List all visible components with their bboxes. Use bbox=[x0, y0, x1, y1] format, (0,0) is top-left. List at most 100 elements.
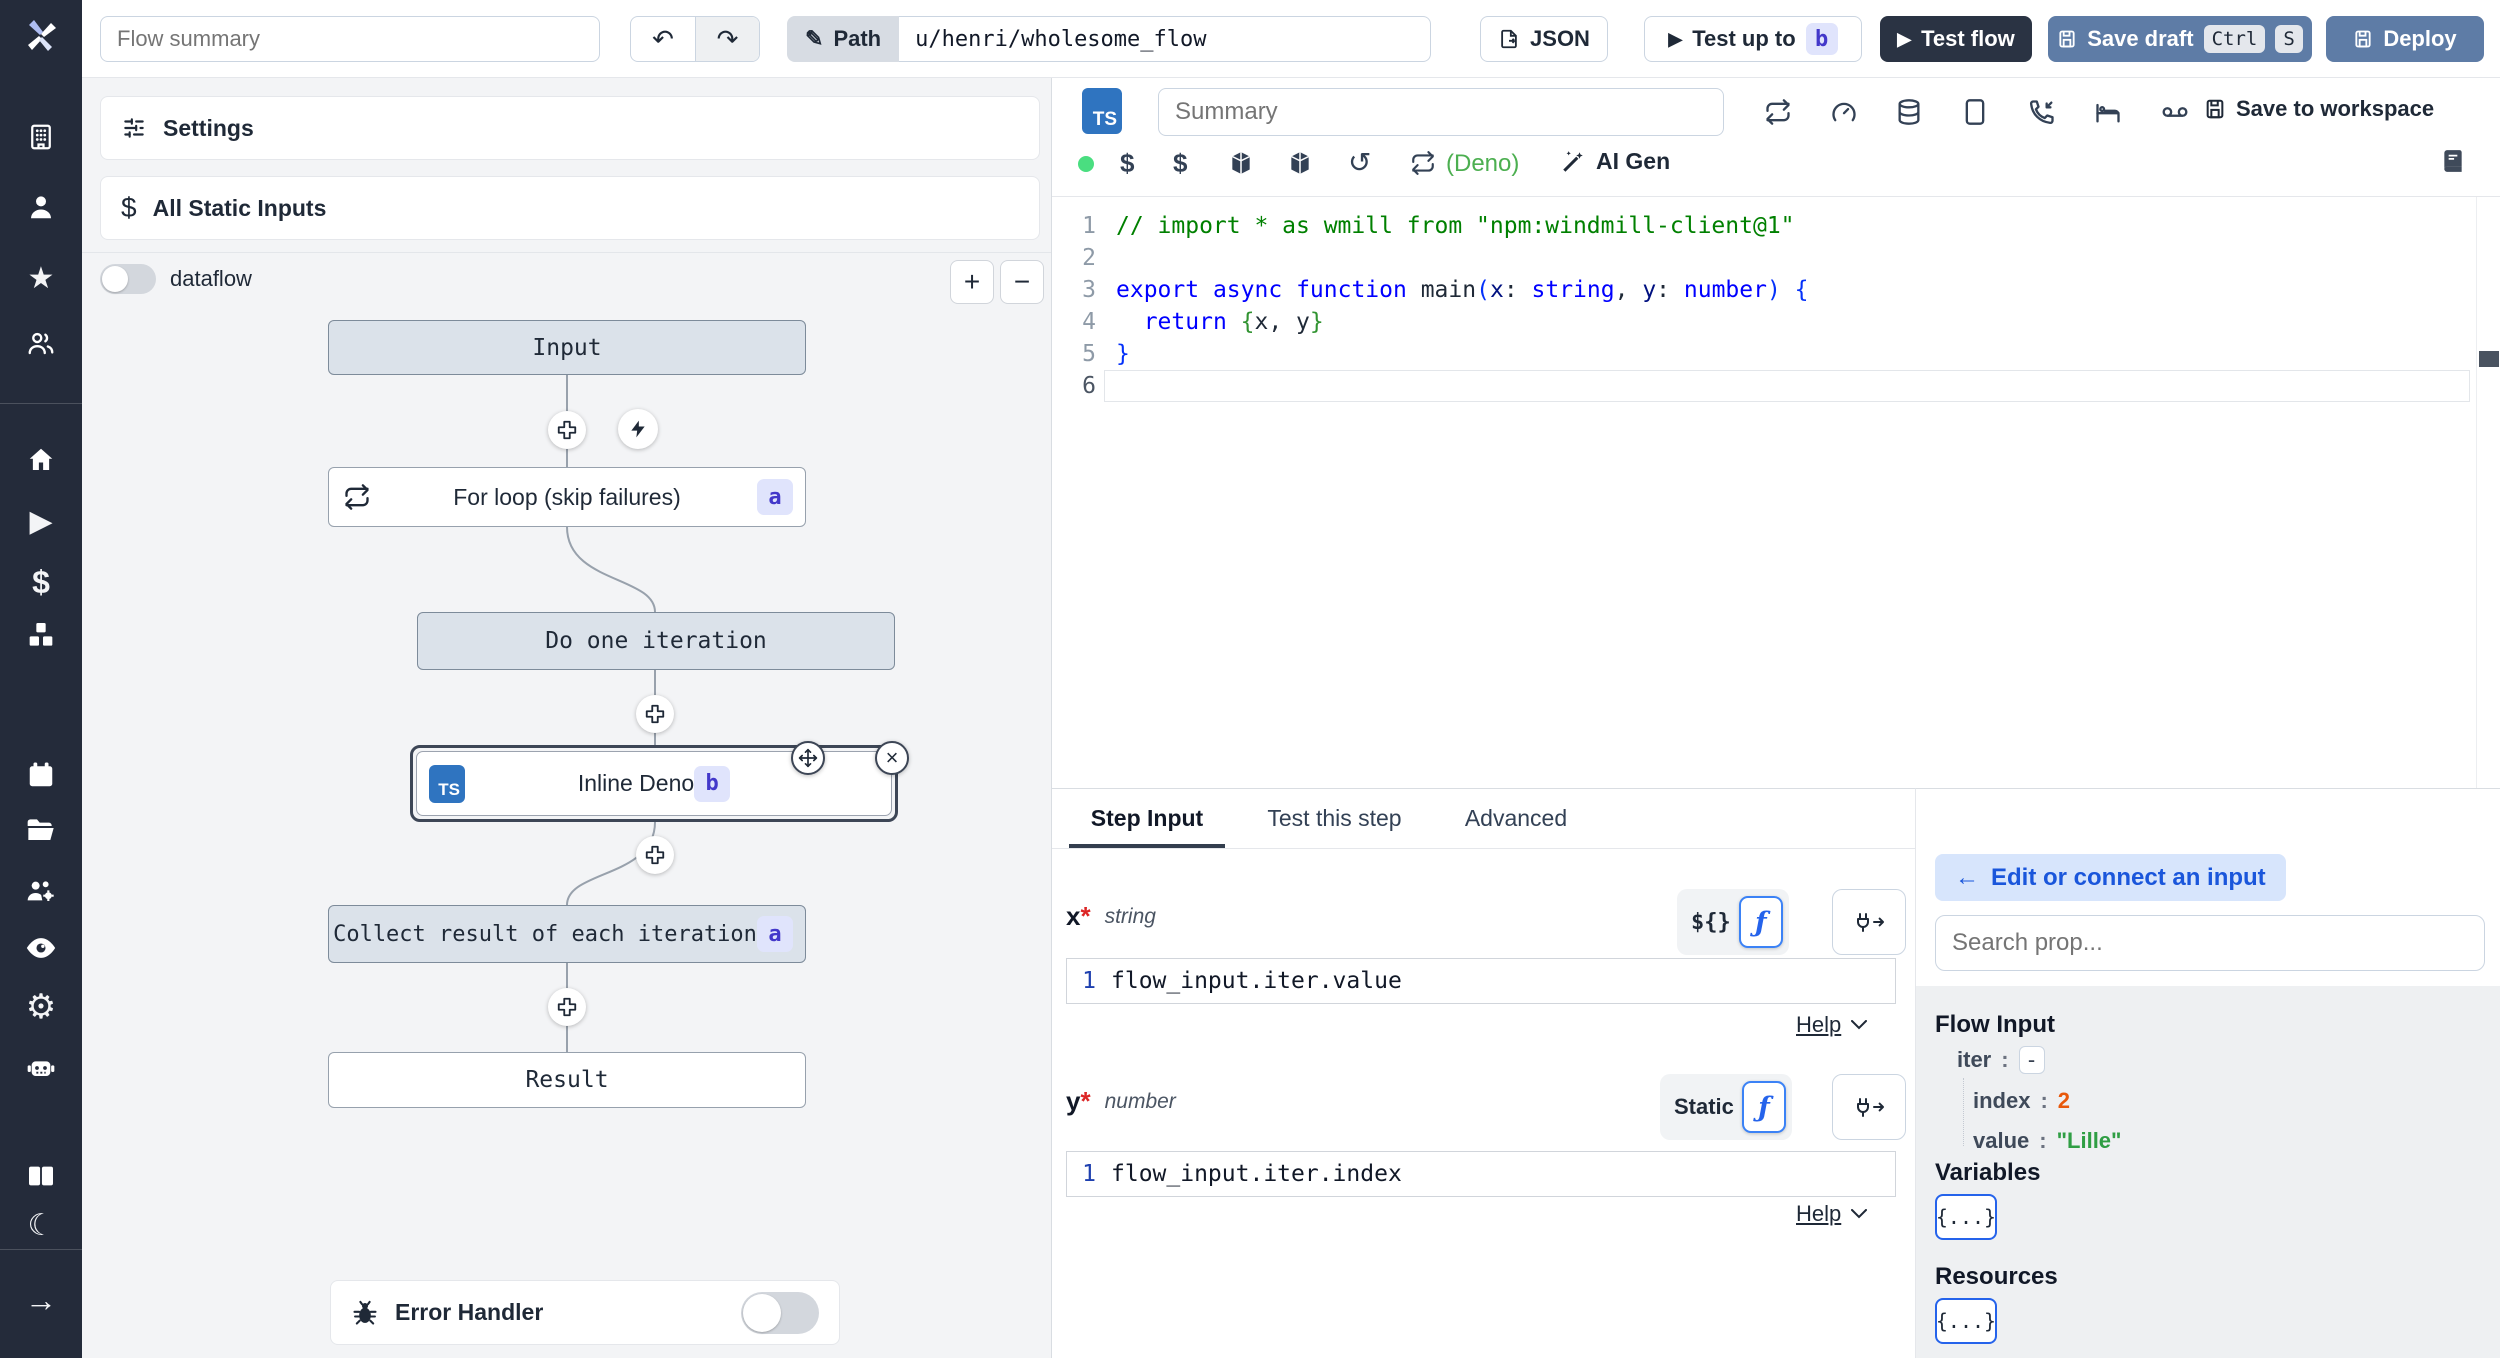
chevron-down-icon bbox=[1851, 1209, 1868, 1219]
node-collect[interactable]: Collect result of each iteration a bbox=[328, 905, 806, 963]
code-line[interactable]: 1// import * as wmill from "npm:windmill… bbox=[1052, 210, 2474, 242]
audit-eye-icon[interactable] bbox=[0, 926, 82, 970]
tab-advanced[interactable]: Advanced bbox=[1456, 789, 1576, 848]
collapse-toggle[interactable]: - bbox=[2018, 1046, 2045, 1074]
groups-users-icon[interactable] bbox=[0, 321, 82, 365]
favorites-star-icon[interactable]: ★ bbox=[0, 256, 82, 300]
field-y-help-link[interactable]: Help bbox=[1796, 1201, 1868, 1227]
test-flow-button[interactable]: ▶ Test flow bbox=[1880, 16, 2032, 62]
variables-dollar-icon[interactable]: $ bbox=[0, 560, 82, 604]
save-icon bbox=[2057, 29, 2077, 49]
trigger-bolt-button[interactable] bbox=[618, 409, 658, 449]
pencil-icon: ✎ bbox=[805, 26, 824, 51]
deploy-button[interactable]: Deploy bbox=[2326, 16, 2484, 62]
package-icon[interactable] bbox=[1228, 150, 1254, 176]
workspace-building-icon[interactable] bbox=[0, 115, 82, 159]
code-line[interactable]: 2 bbox=[1052, 242, 2474, 274]
node-id-badge: a bbox=[757, 479, 793, 515]
resources-cubes-icon[interactable] bbox=[0, 613, 82, 657]
field-y-mode-toggle[interactable]: Static ƒ bbox=[1660, 1074, 1792, 1140]
ai-gen-button[interactable]: AI Gen bbox=[1560, 148, 1670, 175]
early-stop-gauge-icon[interactable] bbox=[1830, 98, 1858, 126]
cache-database-icon[interactable] bbox=[1895, 98, 1923, 126]
add-step-button[interactable] bbox=[548, 988, 586, 1026]
add-step-button[interactable] bbox=[636, 836, 674, 874]
code-line[interactable]: 5} bbox=[1052, 338, 2474, 370]
move-node-button[interactable] bbox=[791, 741, 825, 775]
package-icon[interactable] bbox=[1287, 150, 1313, 176]
test-up-to-button[interactable]: ▶ Test up to b bbox=[1644, 16, 1862, 62]
editor-scrollbar[interactable] bbox=[2476, 197, 2500, 788]
delete-node-button[interactable]: × bbox=[875, 741, 909, 775]
code-line[interactable]: 4 return {x, y} bbox=[1052, 306, 2474, 338]
suspend-phone-icon[interactable] bbox=[2028, 98, 2056, 126]
retries-repeat-icon[interactable] bbox=[1764, 98, 1792, 126]
variables-object-chip[interactable]: {...} bbox=[1935, 1194, 1997, 1240]
assets-dollar-icon[interactable]: $ bbox=[1120, 148, 1134, 179]
add-step-button[interactable] bbox=[636, 695, 674, 733]
tab-test-this-step[interactable]: Test this step bbox=[1254, 789, 1415, 848]
suspend-square-icon[interactable] bbox=[1962, 98, 1988, 126]
scrollbar-thumb[interactable] bbox=[2479, 351, 2499, 367]
mock-voicemail-icon[interactable] bbox=[2160, 98, 2190, 126]
redo-button[interactable]: ↷ bbox=[695, 17, 759, 61]
code-line[interactable]: 6 bbox=[1052, 370, 2474, 402]
save-to-workspace-button[interactable]: Save to workspace bbox=[2204, 96, 2434, 122]
schedules-calendar-icon[interactable] bbox=[0, 753, 82, 797]
windmill-flow-editor: ★ ▶ $ ⚙ ☾ → Flow summary ↶ ↷ ✎ Path u/he… bbox=[0, 0, 2500, 1358]
node-iteration[interactable]: Do one iteration bbox=[417, 612, 895, 670]
resources-object-chip[interactable]: {...} bbox=[1935, 1298, 1997, 1344]
code-line[interactable]: 3 export async function main(x: string, y… bbox=[1052, 274, 2474, 306]
step-summary-input[interactable] bbox=[1158, 88, 1724, 136]
play-icon: ▶ bbox=[1668, 28, 1683, 49]
dark-mode-moon-icon[interactable]: ☾ bbox=[0, 1203, 82, 1247]
prop-row-iter[interactable]: iter : - bbox=[1957, 1046, 2045, 1074]
save-draft-button[interactable]: Save draft Ctrl S bbox=[2048, 16, 2312, 62]
library-book-icon[interactable] bbox=[2440, 148, 2466, 174]
group-manage-icon[interactable] bbox=[0, 869, 82, 913]
field-x-connect-button[interactable] bbox=[1832, 889, 1906, 955]
home-icon[interactable] bbox=[0, 438, 82, 482]
search-prop-input[interactable] bbox=[1935, 915, 2485, 971]
reload-refresh-icon[interactable] bbox=[1410, 150, 1436, 176]
field-y-expr-editor[interactable]: 1 flow_input.iter.index bbox=[1066, 1151, 1896, 1197]
node-forloop[interactable]: For loop (skip failures) a bbox=[328, 467, 806, 527]
field-y-connect-button[interactable] bbox=[1832, 1074, 1906, 1140]
field-x-help-link[interactable]: Help bbox=[1796, 1012, 1868, 1038]
editor-region: TS Save to workspace $ $ bbox=[1052, 78, 2500, 1358]
folders-folder-icon[interactable] bbox=[0, 808, 82, 852]
path-edit-button[interactable]: ✎ Path bbox=[787, 16, 900, 62]
edit-connect-input-button[interactable]: ← Edit or connect an input bbox=[1935, 854, 2286, 901]
windmill-logo-icon[interactable] bbox=[0, 0, 82, 70]
undo-button[interactable]: ↶ bbox=[631, 17, 695, 61]
workers-robot-icon[interactable] bbox=[0, 1046, 82, 1090]
runs-play-icon[interactable]: ▶ bbox=[0, 499, 82, 543]
flow-edges bbox=[566, 375, 656, 1052]
line-number: 1 bbox=[1082, 213, 1096, 239]
docs-book-icon[interactable] bbox=[0, 1154, 82, 1198]
function-mode-button[interactable]: ƒ bbox=[1741, 1081, 1786, 1133]
node-input[interactable]: Input bbox=[328, 320, 806, 375]
code-editor[interactable]: 1// import * as wmill from "npm:windmill… bbox=[1052, 210, 2474, 402]
function-mode-button[interactable]: ƒ bbox=[1738, 896, 1783, 948]
variables-dollar-icon[interactable]: $ bbox=[1173, 148, 1187, 179]
save-icon bbox=[2353, 29, 2373, 49]
add-step-button[interactable] bbox=[548, 411, 586, 449]
language-selector[interactable]: (Deno) bbox=[1446, 150, 1519, 178]
prop-row-value[interactable]: value : "Lille" bbox=[1973, 1128, 2121, 1154]
field-x-mode-toggle[interactable]: ${} ƒ bbox=[1677, 889, 1789, 955]
reset-rotate-icon[interactable]: ↺ bbox=[1348, 146, 1371, 179]
prop-row-index[interactable]: index : 2 bbox=[1973, 1088, 2070, 1114]
path-group: ✎ Path bbox=[787, 16, 1432, 62]
tab-step-input[interactable]: Step Input bbox=[1069, 789, 1225, 848]
json-button[interactable]: JSON bbox=[1480, 16, 1608, 62]
collapse-arrow-icon[interactable]: → bbox=[0, 1278, 82, 1322]
node-result[interactable]: Result bbox=[328, 1052, 806, 1108]
sleep-bed-icon[interactable] bbox=[2094, 98, 2122, 126]
settings-gear-icon[interactable]: ⚙ bbox=[0, 985, 82, 1029]
user-icon[interactable] bbox=[0, 185, 82, 229]
error-handler-toggle[interactable] bbox=[741, 1291, 819, 1334]
flow-summary-input[interactable] bbox=[100, 16, 600, 62]
field-x-expr-editor[interactable]: 1 flow_input.iter.value bbox=[1066, 958, 1896, 1004]
path-input[interactable] bbox=[899, 16, 1432, 62]
